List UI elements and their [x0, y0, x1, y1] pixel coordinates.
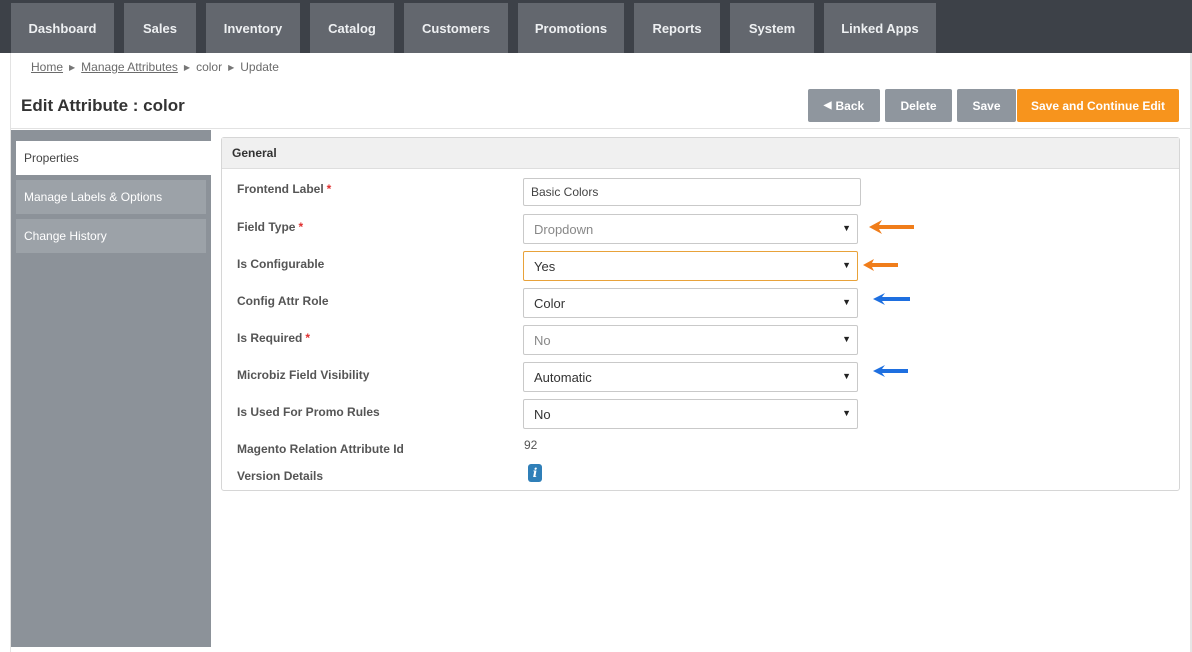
field-type-value: Dropdown	[534, 221, 594, 237]
version-details-label: Version Details	[237, 469, 324, 483]
tab-catalog[interactable]: Catalog	[310, 3, 394, 53]
chevron-down-icon: ▼	[842, 223, 851, 233]
is-required-value: No	[534, 332, 551, 348]
config-attr-role-select[interactable]: Color ▼	[523, 288, 858, 318]
required-marker: *	[326, 182, 332, 196]
chevron-down-icon: ▼	[842, 260, 851, 270]
microbiz-field-visibility-label: Microbiz Field Visibility	[237, 368, 370, 382]
back-button-label: Back	[835, 98, 865, 113]
tab-dashboard[interactable]: Dashboard	[11, 3, 114, 53]
microbiz-field-visibility-select[interactable]: Automatic ▼	[523, 362, 858, 392]
magento-relation-value: 92	[524, 438, 538, 452]
required-marker: *	[305, 331, 311, 345]
breadcrumb: Home ▶ Manage Attributes ▶ color ▶ Updat…	[31, 60, 279, 74]
top-navigation: Dashboard Sales Inventory Catalog Custom…	[0, 0, 1192, 53]
chevron-down-icon: ▼	[842, 371, 851, 381]
tab-promotions[interactable]: Promotions	[518, 3, 624, 53]
blue-arrow-icon	[873, 293, 910, 305]
sidebar-item-properties[interactable]: Properties	[16, 141, 211, 175]
sidebar-item-manage-labels-options[interactable]: Manage Labels & Options	[16, 180, 206, 214]
breadcrumb-update: Update	[240, 60, 279, 74]
frame-left-edge	[0, 53, 11, 652]
back-arrow-icon: ◀	[823, 100, 832, 111]
info-icon[interactable]: i	[528, 464, 542, 482]
chevron-down-icon: ▼	[842, 408, 851, 418]
tab-system[interactable]: System	[730, 3, 814, 53]
frontend-label-label: Frontend Label *	[237, 182, 332, 196]
required-marker: *	[298, 220, 304, 234]
is-required-label: Is Required *	[237, 331, 311, 345]
save-and-continue-button[interactable]: Save and Continue Edit	[1017, 89, 1179, 122]
is-configurable-select[interactable]: Yes ▼	[523, 251, 858, 281]
breadcrumb-separator-icon: ▶	[69, 62, 76, 72]
sidebar: Properties Manage Labels & Options Chang…	[11, 130, 211, 647]
back-button[interactable]: ◀ Back	[808, 89, 880, 122]
title-divider	[11, 128, 1190, 129]
is-required-select[interactable]: No ▼	[523, 325, 858, 355]
field-type-label: Field Type *	[237, 220, 304, 234]
promo-rules-label: Is Used For Promo Rules	[237, 405, 380, 419]
breadcrumb-color: color	[196, 60, 223, 74]
breadcrumb-separator-icon: ▶	[228, 62, 235, 72]
blue-arrow-icon	[873, 365, 908, 377]
promo-rules-value: No	[534, 406, 551, 422]
orange-arrow-icon	[863, 259, 898, 271]
chevron-down-icon: ▼	[842, 297, 851, 307]
tab-customers[interactable]: Customers	[404, 3, 508, 53]
breadcrumb-manage-attributes-link[interactable]: Manage Attributes	[81, 60, 178, 74]
orange-arrow-icon	[869, 220, 914, 234]
breadcrumb-separator-icon: ▶	[183, 62, 191, 72]
tab-reports[interactable]: Reports	[634, 3, 720, 53]
page-title: Edit Attribute : color	[21, 96, 185, 115]
magento-relation-label: Magento Relation Attribute Id	[237, 442, 404, 456]
config-attr-role-value: Color	[534, 295, 566, 311]
config-attr-role-label: Config Attr Role	[237, 294, 329, 308]
delete-button[interactable]: Delete	[885, 89, 952, 122]
chevron-down-icon: ▼	[842, 334, 851, 344]
tab-inventory[interactable]: Inventory	[206, 3, 300, 53]
tab-sales[interactable]: Sales	[124, 3, 196, 53]
frontend-label-input[interactable]: Basic Colors	[523, 178, 861, 206]
is-configurable-value: Yes	[534, 258, 556, 274]
is-configurable-label: Is Configurable	[237, 257, 325, 271]
save-button[interactable]: Save	[957, 89, 1016, 122]
microbiz-field-visibility-value: Automatic	[534, 369, 592, 385]
breadcrumb-home-link[interactable]: Home	[31, 60, 63, 74]
sidebar-item-change-history[interactable]: Change History	[16, 219, 206, 253]
panel-title: General	[222, 138, 1179, 169]
tab-linked-apps[interactable]: Linked Apps	[824, 3, 936, 53]
field-type-select[interactable]: Dropdown ▼	[523, 214, 858, 244]
promo-rules-select[interactable]: No ▼	[523, 399, 858, 429]
